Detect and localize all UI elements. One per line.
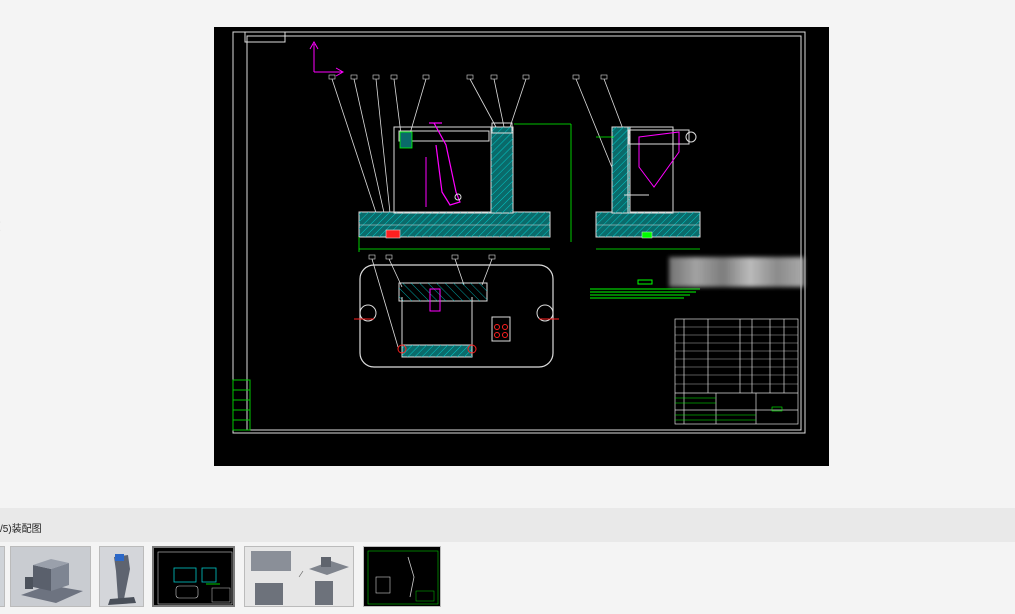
previous-page-icon[interactable]: ‹ xyxy=(0,214,6,236)
thumb-part-drawing[interactable] xyxy=(363,546,441,607)
thumb-assembly-drawing[interactable] xyxy=(152,546,235,607)
thumbnail-strip xyxy=(0,542,1015,614)
drawing-canvas xyxy=(232,31,806,434)
thumb-three-views[interactable] xyxy=(244,546,354,607)
thumb-3d-base[interactable] xyxy=(10,546,91,607)
cad-assembly-drawing xyxy=(214,27,829,466)
thumb-3d-lever[interactable] xyxy=(99,546,144,607)
caption-bar: /5)装配图 xyxy=(0,508,1015,542)
page-caption: /5)装配图 xyxy=(0,524,42,535)
redaction-blur xyxy=(669,257,804,287)
document-viewer: ‹ xyxy=(0,0,1015,508)
thumb-partial[interactable] xyxy=(0,546,5,607)
